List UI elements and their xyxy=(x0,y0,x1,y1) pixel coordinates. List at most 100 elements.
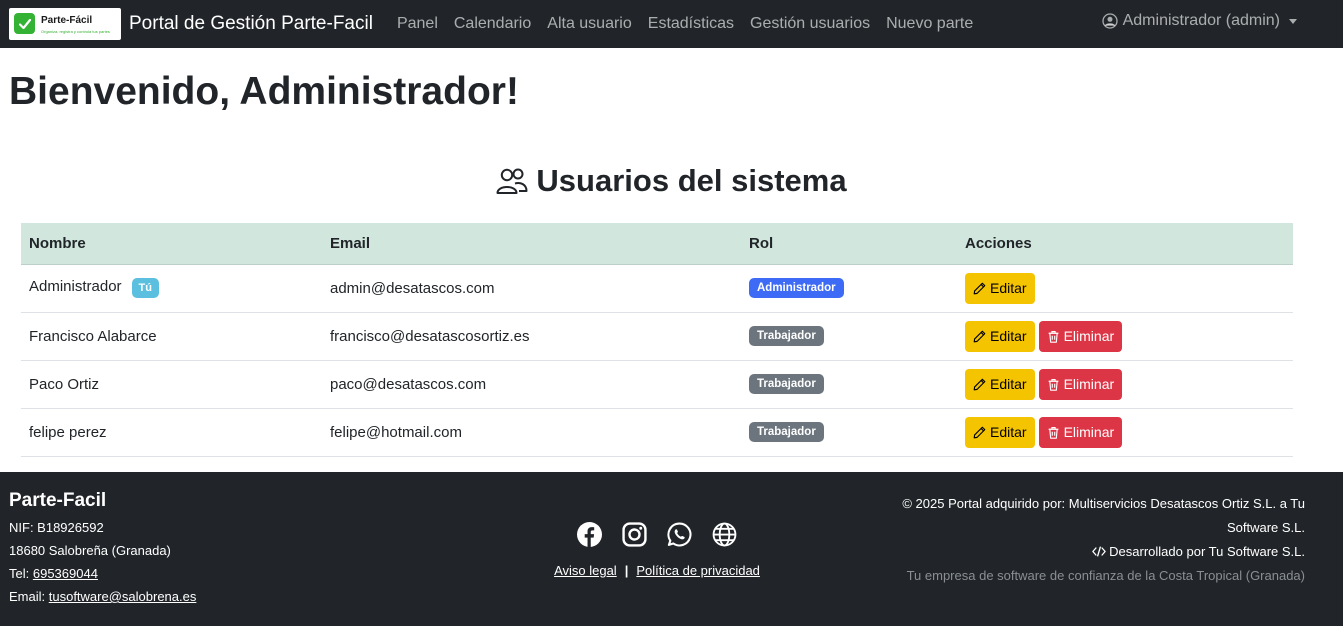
table-row: Francisco Alabarce francisco@desatascoso… xyxy=(21,312,1293,360)
footer-address: 18680 Salobreña (Granada) xyxy=(9,543,171,558)
user-name: Paco Ortiz xyxy=(29,375,100,393)
edit-button-label: Editar xyxy=(990,376,1027,392)
edit-button-label: Editar xyxy=(990,424,1027,440)
role-badge: Trabajador xyxy=(749,326,824,346)
edit-button-label: Editar xyxy=(990,280,1027,296)
footer-brand: Parte-Facil xyxy=(9,490,107,511)
edit-button[interactable]: Editar xyxy=(965,416,1035,448)
nav-link-gestion-usuarios[interactable]: Gestión usuarios xyxy=(742,15,878,33)
nav-link-alta-usuario[interactable]: Alta usuario xyxy=(539,15,640,33)
cell-role: Trabajador xyxy=(741,312,957,360)
delete-button[interactable]: Eliminar xyxy=(1038,320,1123,352)
cell-role: Trabajador xyxy=(741,360,957,408)
pencil-icon xyxy=(973,330,986,342)
header-email: Email xyxy=(322,223,741,265)
user-name: Administrador xyxy=(29,278,122,295)
user-name: Francisco Alabarce xyxy=(29,327,157,345)
cell-role: Trabajador xyxy=(741,408,957,456)
footer-center: Aviso legal | Política de privacidad xyxy=(537,522,777,578)
table-row: Administrador Tú admin@desatascos.com Adm… xyxy=(21,264,1293,312)
check-icon xyxy=(14,13,35,34)
role-badge: Trabajador xyxy=(749,374,824,394)
edit-button[interactable]: Editar xyxy=(965,272,1035,304)
legal-separator: | xyxy=(624,563,629,578)
footer-tagline: Tu empresa de software de confianza de l… xyxy=(906,568,1305,583)
footer-tel-link[interactable]: 695369044 xyxy=(33,566,98,581)
globe-icon[interactable] xyxy=(712,522,737,547)
user-circle-icon xyxy=(1101,13,1118,29)
section-title: Usuarios del sistema xyxy=(0,163,1343,199)
footer-tel-label: Tel: xyxy=(9,566,30,581)
footer-developed: Desarrollado por Tu Software S.L. xyxy=(865,540,1305,564)
edit-button[interactable]: Editar xyxy=(965,320,1035,352)
user-menu-dropdown[interactable]: Administrador (admin) xyxy=(1101,12,1297,30)
user-email: francisco@desatascosortiz.es xyxy=(330,327,530,345)
logo[interactable]: Parte-Fácil Organiza, registra y control… xyxy=(9,8,121,40)
table-header-row: Nombre Email Rol Acciones xyxy=(21,223,1293,265)
pencil-icon xyxy=(973,426,986,438)
nav-links: Panel Calendario Alta usuario Estadístic… xyxy=(389,15,981,33)
header-nombre: Nombre xyxy=(21,223,322,265)
pencil-icon xyxy=(973,282,986,294)
you-badge: Tú xyxy=(131,278,159,298)
footer: Parte-Facil NIF: B18926592 18680 Salobre… xyxy=(0,472,1343,626)
footer-tel: Tel: 695369044 xyxy=(9,566,196,581)
nav-link-nuevo-parte[interactable]: Nuevo parte xyxy=(878,15,981,33)
logo-name: Parte-Fácil xyxy=(41,15,93,26)
pencil-icon xyxy=(973,378,986,390)
user-email: paco@desatascos.com xyxy=(330,375,487,393)
cell-role: Administrador xyxy=(741,264,957,312)
edit-button-label: Editar xyxy=(990,328,1027,344)
trash-icon xyxy=(1048,330,1058,343)
footer-developed-text: Desarrollado por Tu Software S.L. xyxy=(1109,544,1305,559)
nav-link-estadisticas[interactable]: Estadísticas xyxy=(640,15,742,33)
delete-button-label: Eliminar xyxy=(1063,424,1115,440)
code-icon xyxy=(1092,546,1106,557)
aviso-legal-link[interactable]: Aviso legal xyxy=(554,563,617,578)
footer-email-link[interactable]: tusoftware@salobrena.es xyxy=(49,589,197,604)
header-rol: Rol xyxy=(741,223,957,265)
delete-button-label: Eliminar xyxy=(1063,328,1115,344)
welcome-heading: Bienvenido, Administrador! xyxy=(9,70,519,113)
user-email: felipe@hotmail.com xyxy=(330,423,462,441)
footer-email-label: Email: xyxy=(9,589,46,604)
footer-credits: © 2025 Portal adquirido por: Multiservic… xyxy=(865,492,1305,588)
table-row: Paco Ortiz paco@desatascos.com Trabajado… xyxy=(21,360,1293,408)
nav-link-calendario[interactable]: Calendario xyxy=(446,15,539,33)
user-name: felipe perez xyxy=(29,423,107,441)
role-badge: Trabajador xyxy=(749,422,824,442)
whatsapp-icon[interactable] xyxy=(667,522,692,547)
logo-tagline: Organiza, registra y controla tus partes xyxy=(41,29,110,34)
footer-email: Email: tusoftware@salobrena.es xyxy=(9,589,196,604)
footer-contact: Parte-Facil NIF: B18926592 18680 Salobre… xyxy=(9,490,196,612)
footer-copyright: © 2025 Portal adquirido por: Multiservic… xyxy=(902,496,1305,535)
brand-title[interactable]: Portal de Gestión Parte-Facil xyxy=(129,13,373,35)
legal-links: Aviso legal | Política de privacidad xyxy=(537,563,777,578)
users-table: Nombre Email Rol Acciones Administrador T… xyxy=(21,223,1293,457)
cell-actions: Editar Eliminar xyxy=(957,312,1293,360)
delete-button[interactable]: Eliminar xyxy=(1038,368,1123,400)
facebook-icon[interactable] xyxy=(577,522,602,547)
privacy-link[interactable]: Política de privacidad xyxy=(636,563,760,578)
trash-icon xyxy=(1048,426,1058,439)
edit-button[interactable]: Editar xyxy=(965,368,1035,400)
users-icon xyxy=(496,168,528,194)
footer-nif: NIF: B18926592 xyxy=(9,520,104,535)
instagram-icon[interactable] xyxy=(622,522,647,547)
cell-actions: Editar xyxy=(957,264,1293,312)
cell-name: Administrador Tú xyxy=(21,264,322,312)
user-menu-label: Administrador (admin) xyxy=(1122,12,1280,29)
chevron-down-icon xyxy=(1289,18,1297,24)
social-links xyxy=(537,522,777,547)
user-email: admin@desatascos.com xyxy=(330,279,495,297)
header-acciones: Acciones xyxy=(957,223,1293,265)
section-title-text: Usuarios del sistema xyxy=(536,163,847,198)
nav-link-panel[interactable]: Panel xyxy=(389,15,446,33)
delete-button-label: Eliminar xyxy=(1063,376,1115,392)
trash-icon xyxy=(1048,378,1058,391)
delete-button[interactable]: Eliminar xyxy=(1038,416,1123,448)
table-row: felipe perez felipe@hotmail.com Trabajad… xyxy=(21,408,1293,456)
cell-actions: Editar Eliminar xyxy=(957,360,1293,408)
cell-actions: Editar Eliminar xyxy=(957,408,1293,456)
role-badge: Administrador xyxy=(749,278,844,298)
